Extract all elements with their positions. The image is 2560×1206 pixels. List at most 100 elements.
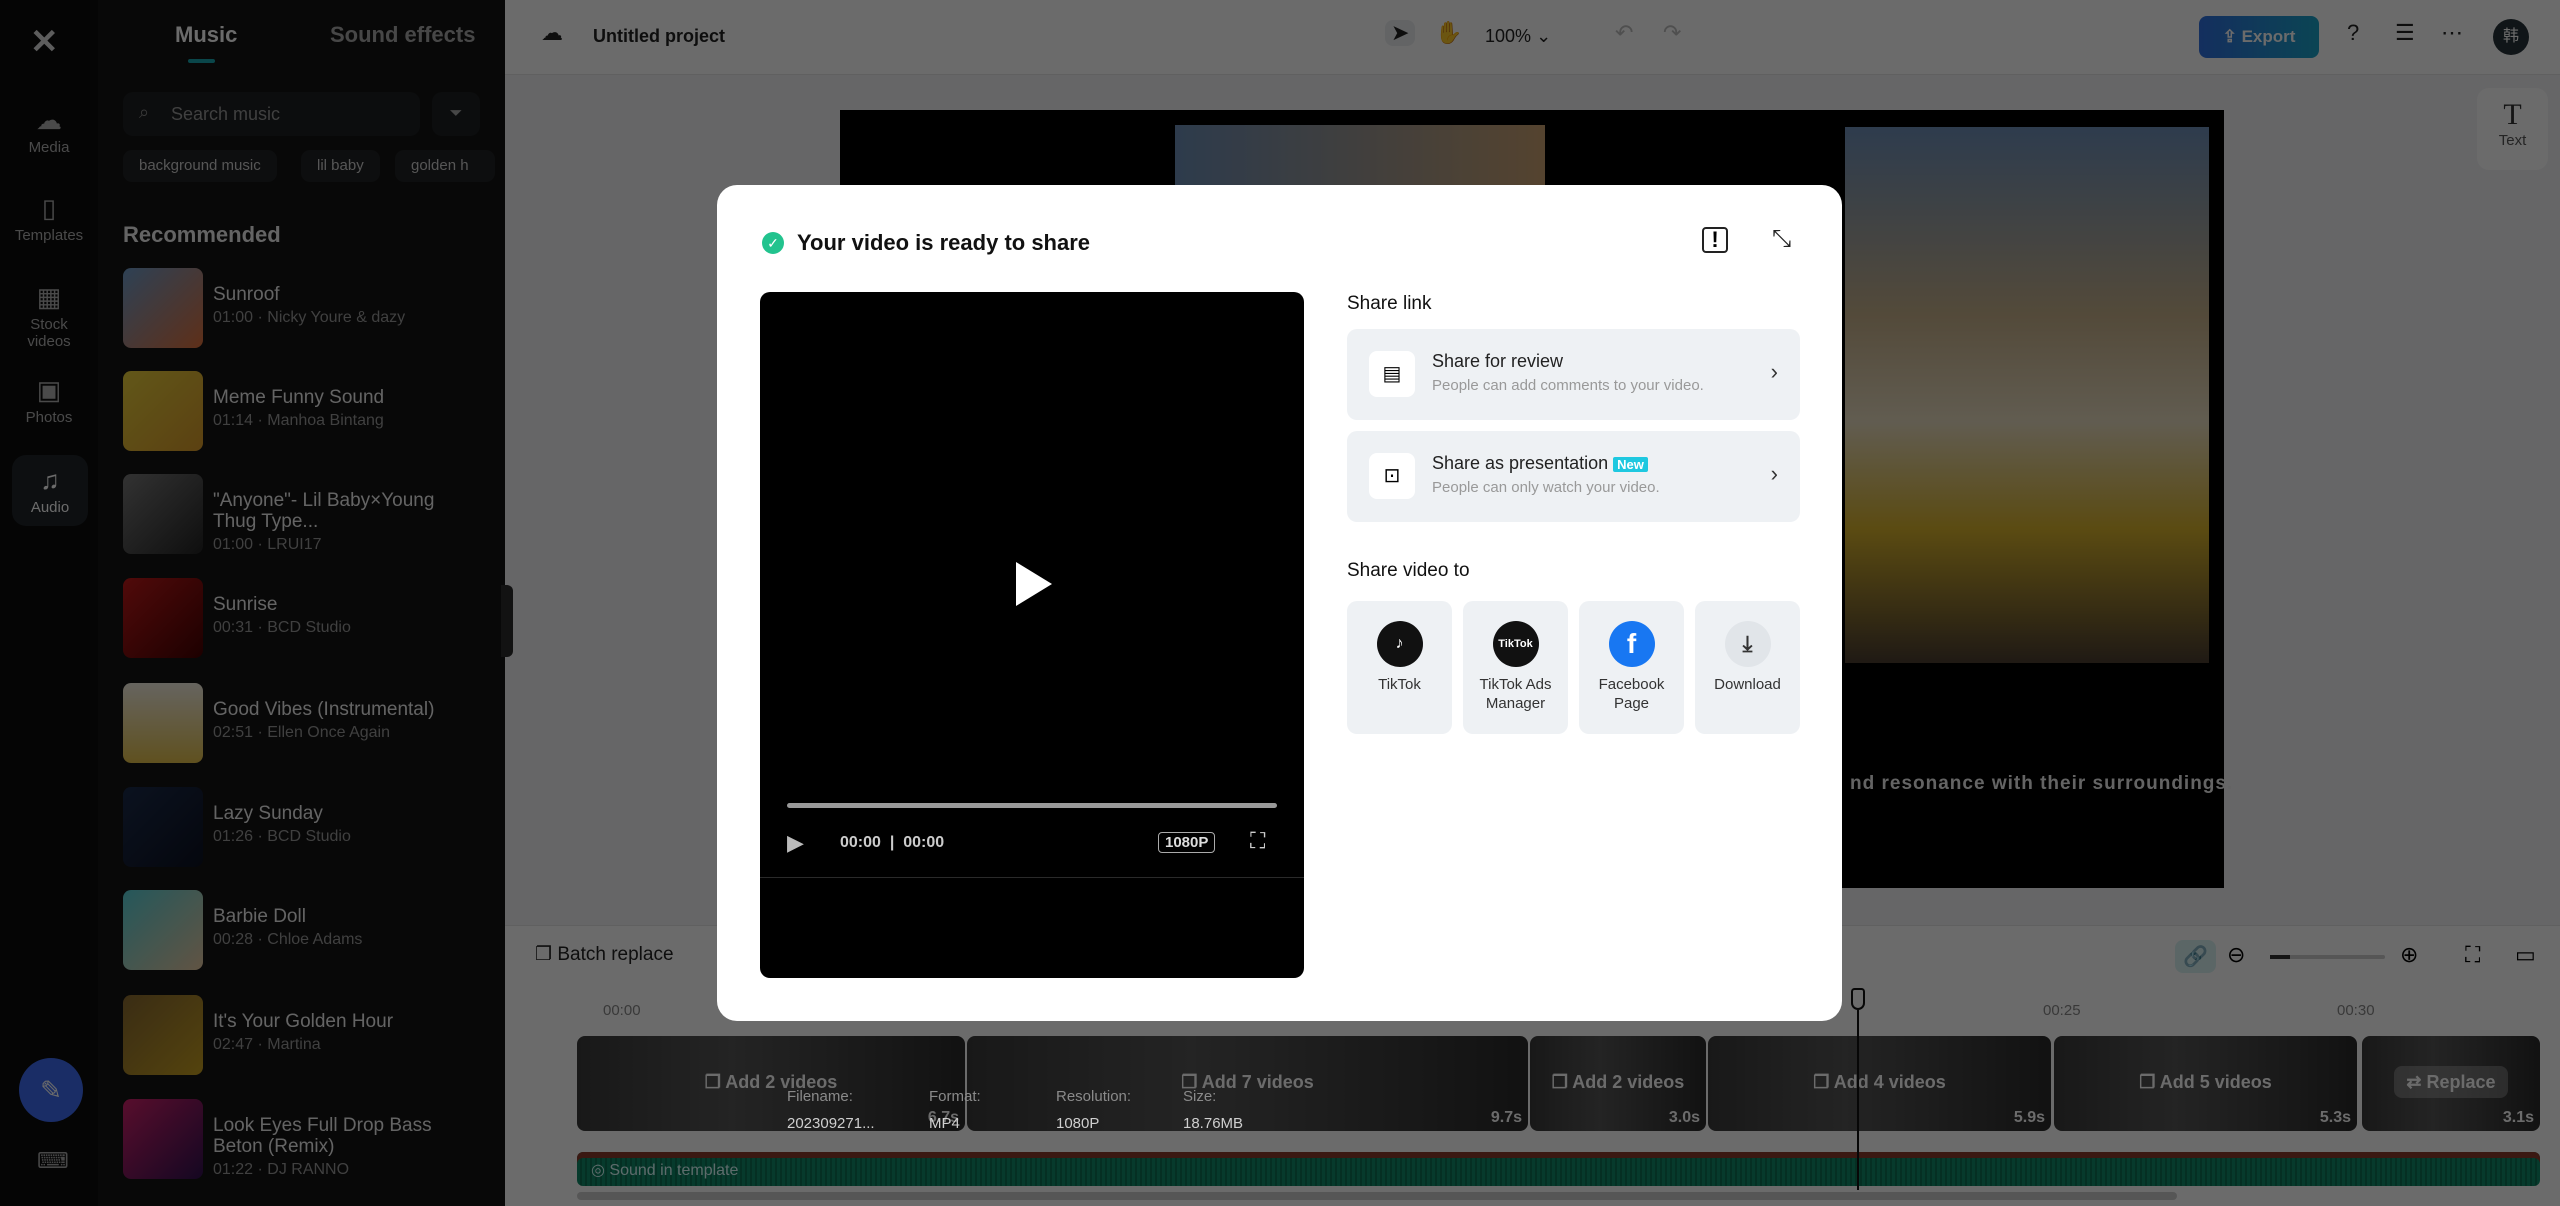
tiktok-icon: ♪: [1376, 621, 1423, 667]
top-bar: ☁ Untitled project ➤ ✋ 100% ⌄ ↶ ↷ ⇪ Expo…: [505, 0, 2560, 75]
share-tiktok-ads-manager[interactable]: TikTok TikTok Ads Manager: [1463, 601, 1568, 734]
avatar[interactable]: 韩: [2493, 19, 2529, 55]
select-tool-icon[interactable]: ➤: [1385, 20, 1416, 46]
preview-icon[interactable]: ▭: [2515, 942, 2536, 968]
panel-collapse-handle[interactable]: [501, 585, 513, 657]
undo-icon[interactable]: ↶: [1615, 20, 1633, 46]
song-item[interactable]: It's Your Golden Hour 02:47 · Martina: [123, 995, 493, 1077]
song-title: Lazy Sunday: [213, 803, 323, 824]
timeline-clip[interactable]: ❐ Add 2 videos 6.7s: [577, 1036, 965, 1131]
info-format: Format: MP4: [929, 1088, 981, 1132]
zoom-select[interactable]: 100% ⌄: [1485, 26, 1551, 47]
song-item[interactable]: Look Eyes Full Drop Bass Beton (Remix) 01…: [123, 1099, 493, 1181]
playhead-handle[interactable]: [1851, 988, 1865, 1010]
cloud-save-icon[interactable]: ☁: [541, 20, 563, 46]
album-cover: [123, 787, 203, 867]
section-title: Recommended: [123, 222, 281, 247]
rail-item-templates[interactable]: ▯ Templates: [8, 193, 90, 244]
album-cover: [123, 995, 203, 1075]
feedback-icon[interactable]: !: [1702, 227, 1728, 253]
info-filename: Filename: 202309271...: [787, 1088, 875, 1132]
song-item[interactable]: Sunroof 01:00 · Nicky Youre & dazy: [123, 268, 493, 350]
zoom-in-icon[interactable]: ⊕: [2400, 942, 2418, 968]
timeline-clip[interactable]: ⇄ Replace 3.1s: [2362, 1036, 2540, 1131]
chevron-down-icon: ⌄: [1536, 26, 1552, 46]
fit-icon[interactable]: ⛶: [2465, 942, 2480, 968]
edit-fab-button[interactable]: ✎: [19, 1058, 83, 1122]
ruler-label: 00:30: [2337, 1002, 2375, 1019]
fullscreen-icon[interactable]: ⛶: [1250, 828, 1265, 854]
quality-badge[interactable]: 1080P: [1158, 832, 1216, 853]
song-title: Sunroof: [213, 284, 280, 305]
redo-icon[interactable]: ↷: [1663, 20, 1681, 46]
share-tiktok[interactable]: ♪ TikTok: [1347, 601, 1452, 734]
player-play-icon[interactable]: ▶: [787, 830, 804, 856]
timeline-clip[interactable]: ❐ Add 5 videos 5.3s: [2054, 1036, 2357, 1131]
song-item[interactable]: Sunrise 00:31 · BCD Studio: [123, 578, 493, 660]
upload-icon: ⇪: [2222, 27, 2237, 46]
song-meta: 01:22 · DJ RANNO: [213, 1161, 350, 1178]
timeline-clip[interactable]: ❐ Add 2 videos 3.0s: [1530, 1036, 1706, 1131]
search-input[interactable]: ⌕ Search music: [123, 92, 420, 136]
add-videos-label: ❐ Add 2 videos: [1551, 1072, 1685, 1092]
rail-item-media[interactable]: ☁ Media: [8, 105, 90, 156]
rail-item-audio[interactable]: ♫ Audio: [12, 455, 88, 526]
replace-button[interactable]: ⇄ Replace: [2362, 1066, 2540, 1098]
more-icon[interactable]: ⋯: [2441, 20, 2463, 46]
song-item[interactable]: Good Vibes (Instrumental) 02:51 · Ellen O…: [123, 683, 493, 765]
export-button[interactable]: ⇪ Export: [2199, 16, 2319, 58]
batch-replace-button[interactable]: ❐ Batch replace: [535, 943, 674, 966]
filter-button[interactable]: ⏷: [432, 92, 480, 136]
song-item[interactable]: Lazy Sunday 01:26 · BCD Studio: [123, 787, 493, 869]
audio-label: ◎ Sound in template: [591, 1162, 739, 1179]
download-button[interactable]: ⤓ Download: [1695, 601, 1800, 734]
rail-item-stock-videos[interactable]: ▦ Stock videos: [8, 282, 90, 350]
add-videos-label: ❐ Add 7 videos: [1181, 1072, 1314, 1092]
song-item[interactable]: "Anyone"- Lil Baby×Young Thug Type... 01:…: [123, 474, 493, 556]
help-icon[interactable]: ?: [2347, 20, 2359, 46]
zoom-slider[interactable]: [2270, 955, 2385, 959]
audio-track[interactable]: ◎ Sound in template: [577, 1152, 2540, 1186]
tab-sound-effects[interactable]: Sound effects: [330, 22, 475, 48]
add-videos-label: ❐ Add 2 videos: [704, 1072, 838, 1092]
project-title[interactable]: Untitled project: [593, 26, 725, 47]
share-for-review-card[interactable]: ▤ Share for review People can add commen…: [1347, 329, 1800, 420]
collapse-icon[interactable]: ⤡: [1772, 225, 1791, 253]
text-tool-button[interactable]: T Text: [2477, 88, 2548, 170]
playhead[interactable]: [1857, 1010, 1859, 1190]
share-as-presentation-card[interactable]: ⊡ Share as presentation New People can o…: [1347, 431, 1800, 522]
capcut-logo[interactable]: ✕: [30, 22, 59, 62]
tab-music[interactable]: Music: [175, 22, 237, 48]
timeline-clip[interactable]: ❐ Add 7 videos 9.7s: [967, 1036, 1528, 1131]
song-meta: 02:47 · Martina: [213, 1036, 321, 1053]
chip[interactable]: golden h: [395, 150, 495, 182]
hand-tool-icon[interactable]: ✋: [1435, 20, 1462, 46]
modal-title: Your video is ready to share: [797, 230, 1091, 255]
song-item[interactable]: Barbie Doll 00:28 · Chloe Adams: [123, 890, 493, 972]
share-link-heading: Share link: [1347, 293, 1432, 314]
text-icon: T: [2503, 98, 2522, 131]
song-item[interactable]: Meme Funny Sound 01:14 · Manhoa Bintang: [123, 371, 493, 453]
chip[interactable]: background music: [123, 150, 277, 182]
play-icon[interactable]: [1016, 562, 1052, 606]
share-facebook-page[interactable]: f Facebook Page: [1579, 601, 1684, 734]
success-check-icon: ✓: [762, 232, 784, 254]
keyboard-icon[interactable]: ⌨: [37, 1148, 69, 1174]
filter-icon: ⏷: [449, 105, 463, 122]
layers-icon[interactable]: ☰: [2395, 20, 2415, 46]
rail-item-photos[interactable]: ▣ Photos: [8, 375, 90, 426]
zoom-out-icon[interactable]: ⊖: [2227, 942, 2245, 968]
timeline-clip[interactable]: ❐ Add 4 videos 5.9s: [1708, 1036, 2051, 1131]
chip[interactable]: lil baby: [301, 150, 380, 182]
left-rail: ✕ ☁ Media ▯ Templates ▦ Stock videos ▣ Photo…: [0, 0, 98, 1206]
song-meta: 00:28 · Chloe Adams: [213, 931, 363, 948]
link-icon[interactable]: 🔗: [2175, 940, 2216, 973]
info-resolution: Resolution: 1080P: [1056, 1088, 1132, 1132]
horizontal-scrollbar[interactable]: [577, 1192, 2177, 1200]
progress-bar[interactable]: [787, 803, 1277, 808]
search-icon: ⌕: [139, 102, 150, 122]
image-icon: ▣: [36, 375, 62, 405]
video-player[interactable]: ▶ 00:00 | 00:00 1080P ⛶: [760, 292, 1304, 978]
facebook-icon: f: [1608, 621, 1655, 667]
song-title: Meme Funny Sound: [213, 387, 385, 408]
